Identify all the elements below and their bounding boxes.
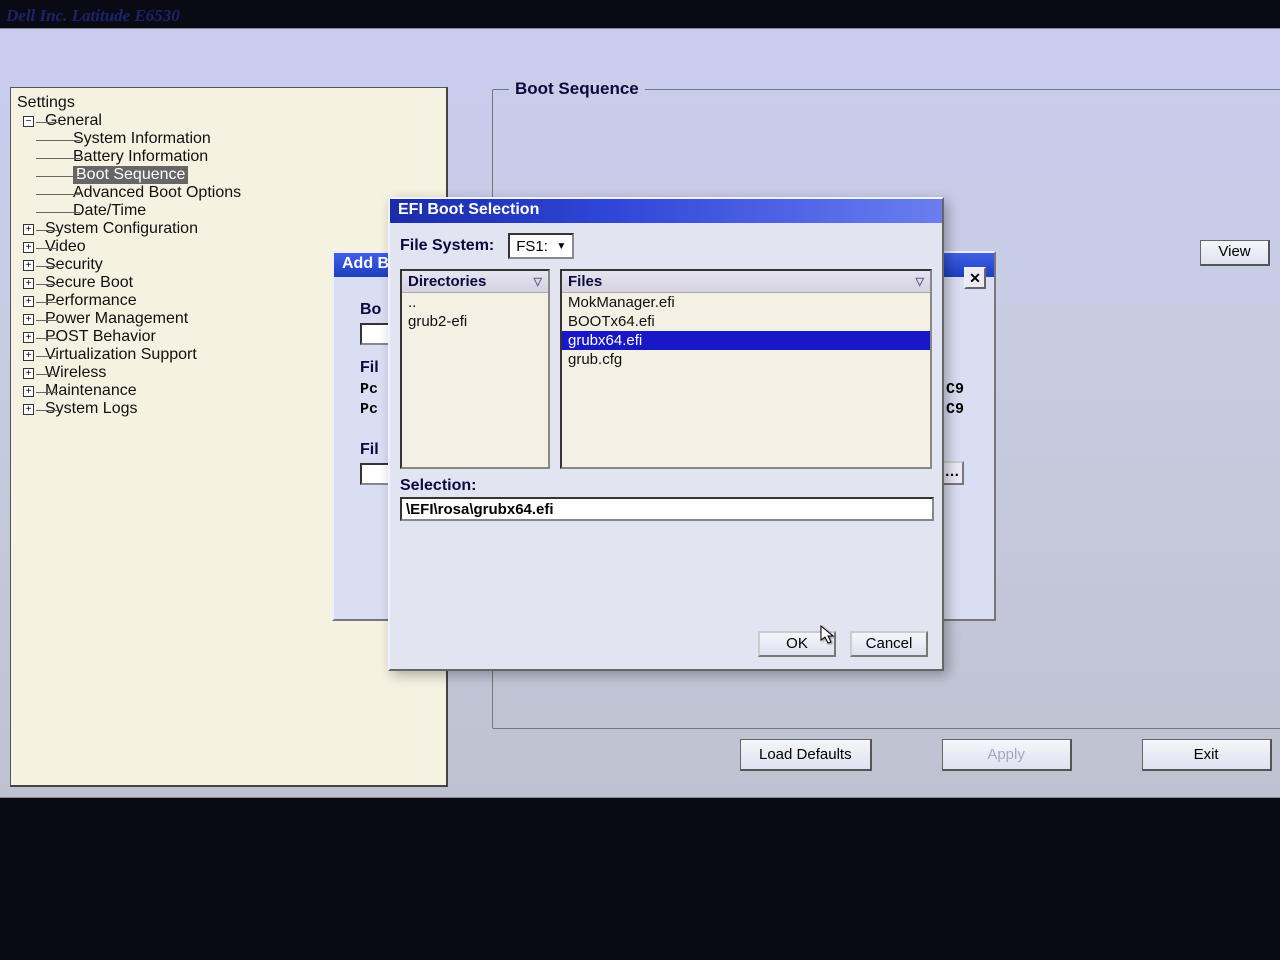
tree-line xyxy=(36,176,80,177)
tree-node-general[interactable]: General xyxy=(17,112,440,130)
dir-item-parent[interactable]: .. xyxy=(402,293,548,312)
files-list[interactable]: MokManager.efi BOOTx64.efi grubx64.efi g… xyxy=(562,293,930,467)
expand-icon[interactable] xyxy=(23,368,34,379)
expand-icon[interactable] xyxy=(23,350,34,361)
tree-line xyxy=(36,194,80,195)
fs-row-1[interactable]: Pc xyxy=(360,401,378,418)
cancel-button[interactable]: Cancel xyxy=(850,631,928,657)
efi-boot-selection-dialog: EFI Boot Selection File System: FS1: ▼ D… xyxy=(388,197,944,671)
tree-item-sysinfo[interactable]: System Information xyxy=(17,130,440,148)
files-pane: Files ▽ MokManager.efi BOOTx64.efi grubx… xyxy=(560,269,932,469)
expand-icon[interactable] xyxy=(23,332,34,343)
fs-badge-0: C9 xyxy=(946,381,964,398)
filesystem-select[interactable]: FS1: ▼ xyxy=(508,233,574,259)
close-icon[interactable]: ✕ xyxy=(964,267,986,289)
file-item-bootx64[interactable]: BOOTx64.efi xyxy=(562,312,930,331)
file-item-grubx64[interactable]: grubx64.efi xyxy=(562,331,930,350)
tree-line xyxy=(36,158,80,159)
filter-icon[interactable]: ▽ xyxy=(916,275,924,288)
fs-row-0[interactable]: Pc xyxy=(360,381,378,398)
expand-icon[interactable] xyxy=(23,260,34,271)
tree-line xyxy=(36,122,58,123)
chevron-down-icon: ▼ xyxy=(556,241,566,252)
view-button[interactable]: View xyxy=(1200,240,1270,266)
files-header: Files xyxy=(568,273,602,290)
bios-screen: Settings General System Information Batt… xyxy=(0,28,1280,798)
expand-icon[interactable] xyxy=(23,314,34,325)
selection-label: Selection: xyxy=(400,477,932,495)
tree-item-battery[interactable]: Battery Information xyxy=(17,148,440,166)
expand-icon[interactable] xyxy=(23,224,34,235)
file-item-grubcfg[interactable]: grub.cfg xyxy=(562,350,930,369)
expand-icon[interactable] xyxy=(23,386,34,397)
footer-buttons: Load Defaults Apply Exit xyxy=(740,739,1272,771)
filter-icon[interactable]: ▽ xyxy=(534,275,542,288)
expand-icon[interactable] xyxy=(23,242,34,253)
apply-button[interactable]: Apply xyxy=(942,739,1072,771)
load-defaults-button[interactable]: Load Defaults xyxy=(740,739,872,771)
tree-item-datetime[interactable]: Date/Time xyxy=(17,202,440,220)
selection-input[interactable] xyxy=(400,497,934,521)
tree-line xyxy=(36,212,80,213)
dialog-title: EFI Boot Selection xyxy=(390,199,942,223)
file-item-mokmanager[interactable]: MokManager.efi xyxy=(562,293,930,312)
collapse-icon[interactable] xyxy=(23,116,34,127)
tree-item-bootseq[interactable]: Boot Sequence xyxy=(17,166,440,184)
tree-root[interactable]: Settings xyxy=(17,94,440,112)
ok-button[interactable]: OK xyxy=(758,631,836,657)
boot-name-label: Bo xyxy=(360,301,381,319)
expand-icon[interactable] xyxy=(23,296,34,307)
fs-badge-1: C9 xyxy=(946,401,964,418)
directories-header: Directories xyxy=(408,273,486,290)
directories-pane: Directories ▽ .. grub2-efi xyxy=(400,269,550,469)
tree-item-advboot[interactable]: Advanced Boot Options xyxy=(17,184,440,202)
expand-icon[interactable] xyxy=(23,278,34,289)
filesystem-label: File System: xyxy=(400,237,494,255)
dir-item-grub2[interactable]: grub2-efi xyxy=(402,312,548,331)
expand-icon[interactable] xyxy=(23,404,34,415)
filesys-label: Fil xyxy=(360,359,379,377)
filename-label: Fil xyxy=(360,441,379,459)
tree-item-sysconfig[interactable]: System Configuration xyxy=(17,220,440,238)
exit-button[interactable]: Exit xyxy=(1142,739,1272,771)
group-title: Boot Sequence xyxy=(509,79,645,99)
directories-list[interactable]: .. grub2-efi xyxy=(402,293,548,467)
filesystem-value: FS1: xyxy=(516,238,548,255)
machine-title: Dell Inc. Latitude E6530 xyxy=(6,6,180,26)
tree-line xyxy=(36,140,80,141)
